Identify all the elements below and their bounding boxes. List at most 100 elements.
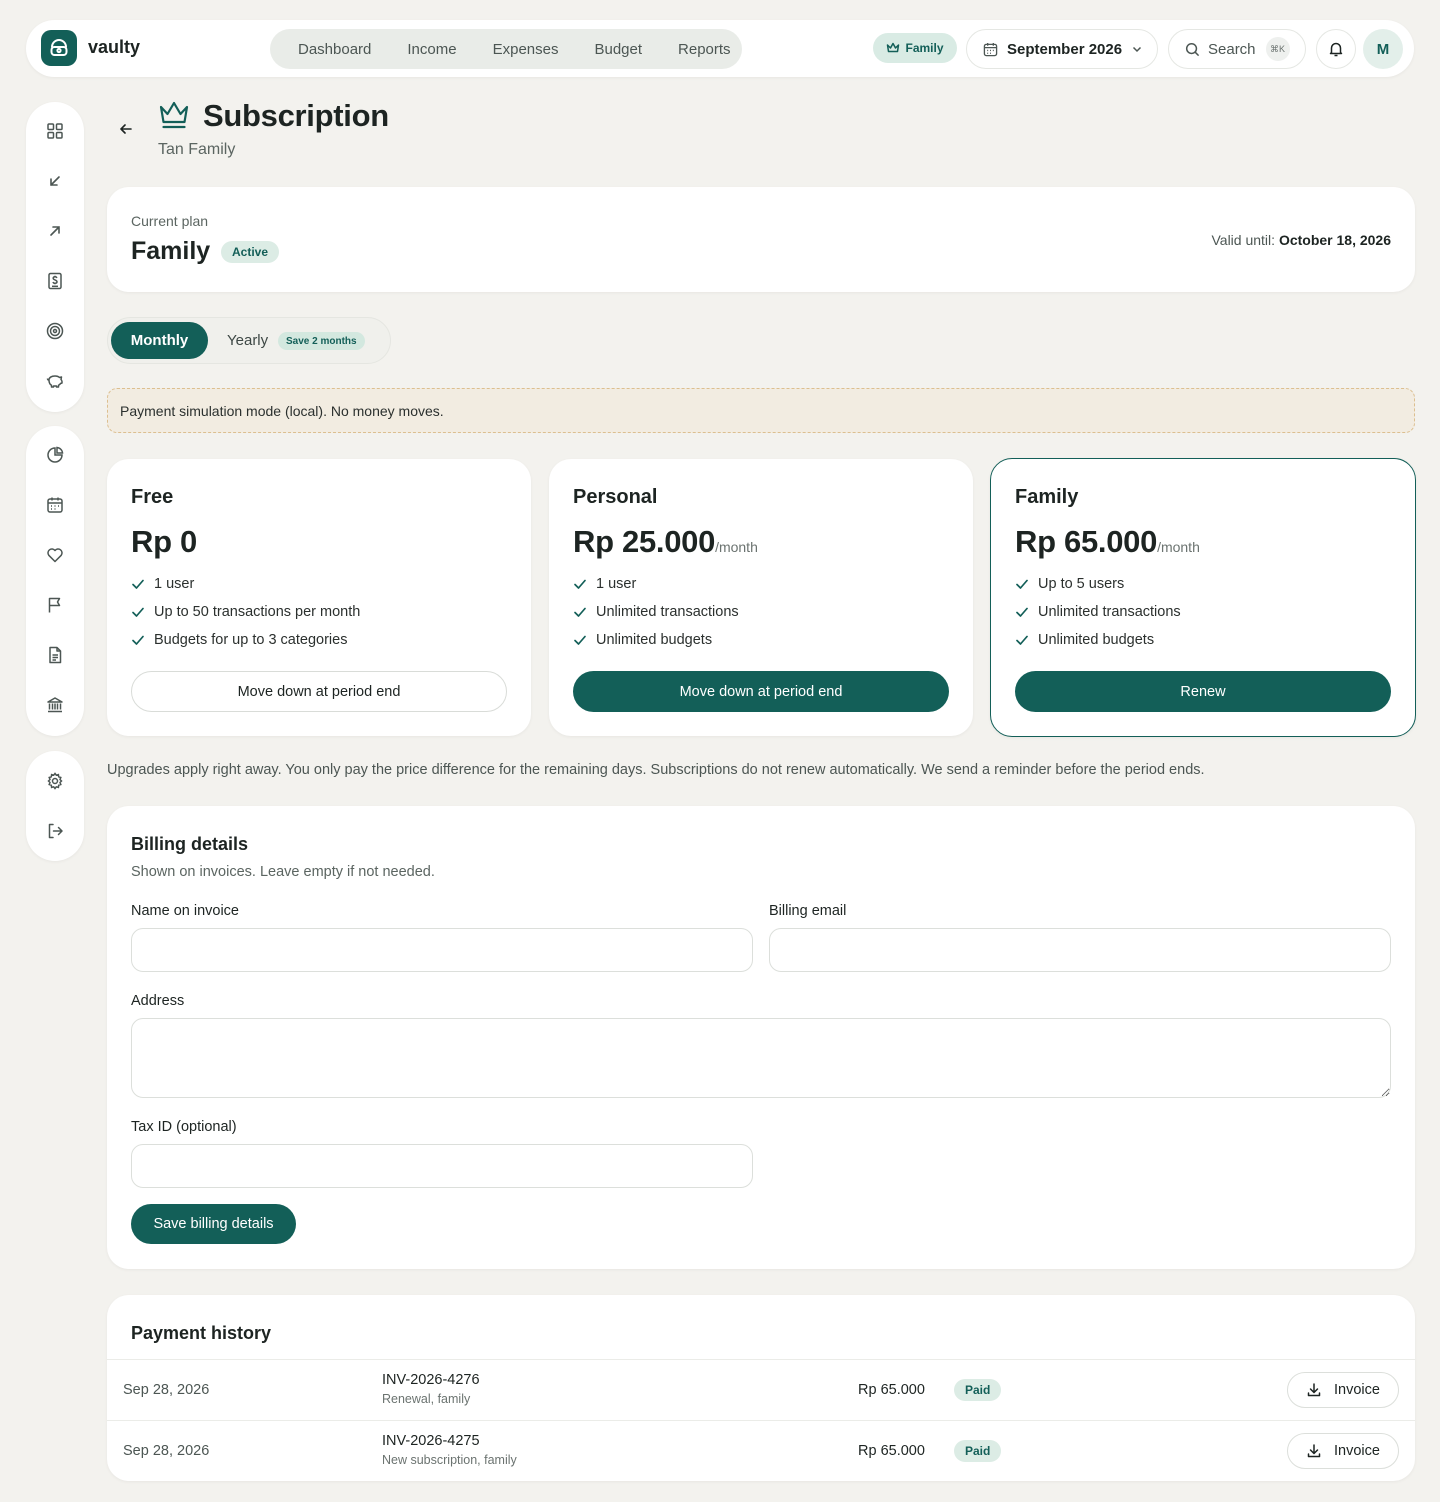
download-invoice-label: Invoice	[1334, 1382, 1380, 1398]
move-down-free-button[interactable]: Move down at period end	[131, 671, 507, 712]
valid-until-label: Valid until:	[1211, 232, 1276, 248]
budget-icon[interactable]	[45, 271, 65, 291]
name-on-invoice-input[interactable]	[131, 928, 753, 972]
bell-icon	[1329, 42, 1343, 57]
check-icon	[574, 635, 586, 645]
plan-price-amount: Rp 25.000	[573, 524, 716, 559]
download-invoice-button[interactable]: Invoice	[1287, 1372, 1399, 1408]
user-avatar[interactable]: M	[1363, 29, 1403, 69]
bank-icon[interactable]	[45, 695, 65, 715]
vaulty-logo-icon[interactable]	[41, 30, 77, 66]
address-label: Address	[131, 993, 185, 1009]
save-billing-details-button[interactable]: Save billing details	[131, 1204, 296, 1244]
current-plan-card: Current plan Family Active Valid until: …	[107, 187, 1415, 292]
payment-history-card: Payment history Sep 28, 2026 INV-2026-42…	[107, 1295, 1415, 1481]
nav-tab-reports[interactable]: Reports	[660, 41, 749, 58]
valid-until: Valid until: October 18, 2026	[1211, 232, 1391, 248]
plan-feature-text: Up to 50 transactions per month	[154, 604, 361, 620]
plan-price-amount: Rp 65.000	[1015, 524, 1158, 559]
plan-price-period: /month	[715, 539, 758, 555]
table-row: Sep 28, 2026 INV-2026-4276 Renewal, fami…	[107, 1359, 1415, 1420]
search-label: Search	[1208, 40, 1256, 58]
valid-until-date: October 18, 2026	[1278, 232, 1391, 248]
crown-icon	[158, 100, 190, 135]
notifications-button[interactable]	[1316, 29, 1356, 69]
address-textarea[interactable]	[131, 1018, 1391, 1098]
sidebar-group-account	[26, 751, 84, 861]
plan-feature-text: Up to 5 users	[1038, 576, 1125, 592]
search-button[interactable]: Search ⌘K	[1168, 29, 1306, 69]
crown-icon	[887, 42, 900, 53]
plan-feature: Unlimited budgets	[1015, 632, 1154, 648]
check-icon	[1016, 635, 1028, 645]
invoice-number: INV-2026-4275	[382, 1433, 480, 1449]
download-invoice-button[interactable]: Invoice	[1287, 1433, 1399, 1469]
plan-feature: Up to 50 transactions per month	[131, 604, 360, 620]
logout-icon[interactable]	[45, 821, 65, 841]
month-selector[interactable]: September 2026	[966, 29, 1158, 69]
name-on-invoice-label: Name on invoice	[131, 903, 239, 919]
page-subtitle: Tan Family	[158, 141, 236, 158]
plan-price-period: /month	[1157, 539, 1200, 555]
monthly-toggle-button[interactable]: Monthly	[111, 322, 208, 359]
download-icon	[1307, 1383, 1321, 1397]
wishlist-icon[interactable]	[45, 545, 65, 565]
download-icon	[1307, 1444, 1321, 1458]
check-icon	[1016, 607, 1028, 617]
payment-history-title: Payment history	[131, 1323, 272, 1343]
plan-feature: Budgets for up to 3 categories	[131, 632, 347, 648]
billing-email-input[interactable]	[769, 928, 1391, 972]
plan-chip-label: Family	[905, 41, 944, 55]
calendar-icon[interactable]	[45, 495, 65, 515]
invoice-description: New subscription, family	[382, 1453, 517, 1467]
nav-tab-budget[interactable]: Budget	[576, 41, 660, 58]
plan-feature: Unlimited transactions	[1015, 604, 1181, 620]
plan-feature-text: Unlimited transactions	[596, 604, 739, 620]
renew-button[interactable]: Renew	[1015, 671, 1391, 712]
plan-price: Rp 25.000/month	[573, 524, 758, 560]
plan-card-free: Free Rp 0 1 user Up to 50 transactions p…	[107, 459, 531, 736]
settings-icon[interactable]	[45, 771, 65, 791]
check-icon	[132, 635, 144, 645]
check-icon	[132, 607, 144, 617]
plan-feature-text: Unlimited budgets	[596, 632, 713, 648]
reports-icon[interactable]	[45, 445, 65, 465]
payment-date: Sep 28, 2026	[123, 1382, 210, 1398]
plan-feature: 1 user	[131, 576, 194, 592]
plan-chip[interactable]: Family	[873, 33, 957, 63]
current-plan-label: Current plan	[131, 213, 209, 229]
download-invoice-label: Invoice	[1334, 1443, 1380, 1459]
yearly-toggle-button[interactable]: Yearly	[227, 332, 268, 349]
plan-feature: Unlimited transactions	[573, 604, 739, 620]
table-row: Sep 28, 2026 INV-2026-4275 New subscript…	[107, 1420, 1415, 1481]
status-badge: Active	[221, 241, 280, 263]
nav-tab-income[interactable]: Income	[389, 41, 474, 58]
expenses-icon[interactable]	[45, 221, 65, 241]
search-shortcut: ⌘K	[1265, 37, 1290, 61]
status-badge: Paid	[954, 1440, 1002, 1462]
dashboard-icon[interactable]	[45, 121, 65, 141]
plan-feature-text: Unlimited transactions	[1038, 604, 1181, 620]
plan-card-personal: Personal Rp 25.000/month 1 user Unlimite…	[549, 459, 973, 736]
savings-icon[interactable]	[45, 371, 65, 391]
document-icon[interactable]	[45, 645, 65, 665]
payment-date: Sep 28, 2026	[123, 1443, 210, 1459]
simulation-notice: Payment simulation mode (local). No mone…	[107, 388, 1415, 433]
billing-email-label: Billing email	[769, 903, 847, 919]
month-selector-label: September 2026	[1007, 40, 1123, 58]
back-arrow-icon[interactable]	[117, 120, 135, 138]
plan-feature-text: 1 user	[154, 576, 195, 592]
income-icon[interactable]	[45, 171, 65, 191]
plan-feature: Up to 5 users	[1015, 576, 1124, 592]
billing-details-subtitle: Shown on invoices. Leave empty if not ne…	[131, 864, 435, 880]
current-plan-name: Family	[131, 237, 211, 265]
flag-icon[interactable]	[45, 595, 65, 615]
tax-id-input[interactable]	[131, 1144, 753, 1188]
chevron-down-icon	[1133, 46, 1142, 53]
plan-card-family: Family Rp 65.000/month Up to 5 users Unl…	[990, 458, 1416, 737]
nav-tab-dashboard[interactable]: Dashboard	[280, 41, 389, 58]
goals-icon[interactable]	[45, 321, 65, 341]
yearly-savings-badge: Save 2 months	[278, 332, 365, 350]
move-down-personal-button[interactable]: Move down at period end	[573, 671, 949, 712]
nav-tab-expenses[interactable]: Expenses	[475, 41, 577, 58]
